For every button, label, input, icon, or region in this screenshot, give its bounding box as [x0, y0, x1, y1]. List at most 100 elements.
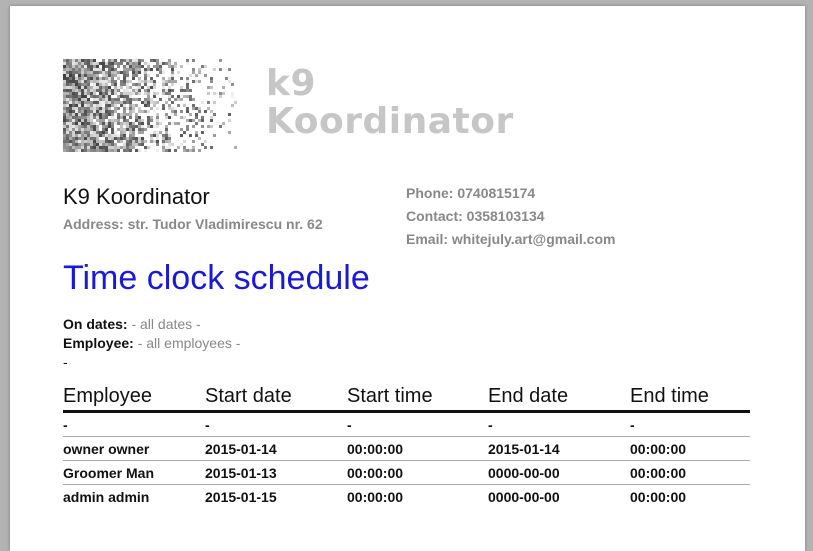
logo-texture-pixel	[156, 65, 159, 68]
logo-texture-pixel	[96, 110, 99, 113]
cell-start-time: 00:00:00	[347, 436, 488, 461]
logo-texture-pixel	[123, 116, 126, 119]
logo-texture-pixel	[183, 149, 186, 152]
cell-end-date: -	[488, 411, 630, 437]
logo-texture-pixel	[132, 143, 135, 146]
logo-texture-pixel	[138, 98, 141, 101]
logo-texture-pixel	[105, 104, 108, 107]
logo-texture-pixel	[72, 134, 75, 137]
logo-texture-pixel	[156, 143, 159, 146]
logo-texture-pixel	[72, 62, 75, 65]
logo-texture-pixel	[123, 131, 126, 134]
logo-texture-pixel	[102, 77, 105, 80]
logo-texture-pixel	[111, 74, 114, 77]
logo-texture-pixel	[111, 59, 114, 62]
logo-texture-pixel	[105, 65, 108, 68]
logo-texture-pixel	[108, 86, 111, 89]
logo-texture-pixel	[120, 92, 123, 95]
logo-texture-pixel	[75, 98, 78, 101]
logo-texture-pixel	[72, 104, 75, 107]
logo-texture-pixel	[114, 101, 117, 104]
logo-texture-pixel	[72, 74, 75, 77]
logo-texture-pixel	[186, 86, 189, 89]
logo-texture-pixel	[78, 86, 81, 89]
logo-texture-pixel	[108, 119, 111, 122]
logo-texture-pixel	[132, 131, 135, 134]
logo-texture-pixel	[168, 59, 171, 62]
logo-texture-pixel	[75, 77, 78, 80]
logo-texture-pixel	[111, 125, 114, 128]
logo-texture-pixel	[114, 104, 117, 107]
logo-texture-pixel	[69, 92, 72, 95]
logo-texture-pixel	[96, 143, 99, 146]
logo-texture-pixel	[69, 98, 72, 101]
logo-texture-pixel	[198, 71, 201, 74]
logo-texture-pixel	[93, 146, 96, 149]
logo-texture-pixel	[120, 140, 123, 143]
logo-texture-pixel	[147, 122, 150, 125]
logo-texture-pixel	[93, 77, 96, 80]
logo-texture-pixel	[150, 125, 153, 128]
logo-texture-pixel	[159, 122, 162, 125]
logo-texture-pixel	[75, 92, 78, 95]
logo-texture-pixel	[177, 146, 180, 149]
logo-texture-pixel	[81, 98, 84, 101]
logo-texture-pixel	[84, 86, 87, 89]
logo-texture-pixel	[72, 59, 75, 62]
logo-texture-pixel	[81, 119, 84, 122]
logo-texture-pixel	[105, 137, 108, 140]
logo-texture-pixel	[213, 101, 216, 104]
logo-texture-pixel	[138, 116, 141, 119]
logo-texture-pixel	[165, 92, 168, 95]
logo-texture-pixel	[168, 107, 171, 110]
filter-employee-value: - all employees -	[137, 335, 241, 351]
logo-texture-pixel	[174, 80, 177, 83]
logo-texture-pixel	[96, 89, 99, 92]
logo-texture-pixel	[114, 83, 117, 86]
logo-texture-pixel	[90, 74, 93, 77]
logo-texture-pixel	[165, 149, 168, 152]
logo-texture-pixel	[69, 86, 72, 89]
logo-texture-pixel	[150, 77, 153, 80]
logo-texture-pixel	[99, 110, 102, 113]
cell-start-time: -	[347, 411, 488, 437]
logo-texture-pixel	[63, 143, 66, 146]
logo-texture-pixel	[138, 65, 141, 68]
logo-texture-pixel	[120, 59, 123, 62]
logo-texture-pixel	[90, 128, 93, 131]
logo-texture-pixel	[132, 92, 135, 95]
logo-texture-pixel	[72, 119, 75, 122]
logo-texture-pixel	[168, 134, 171, 137]
logo-texture-pixel	[141, 86, 144, 89]
logo-texture-pixel	[72, 116, 75, 119]
logo-texture-pixel	[69, 89, 72, 92]
logo-texture-pixel	[162, 104, 165, 107]
logo-texture-pixel	[126, 95, 129, 98]
logo-texture-pixel	[84, 143, 87, 146]
logo-texture-pixel	[228, 68, 231, 71]
logo-texture-pixel	[81, 86, 84, 89]
logo-texture-pixel	[72, 101, 75, 104]
logo-texture-pixel	[78, 62, 81, 65]
logo-texture-pixel	[111, 62, 114, 65]
logo-texture-pixel	[129, 116, 132, 119]
logo-texture-pixel	[102, 131, 105, 134]
logo-texture-pixel	[123, 149, 126, 152]
logo-texture-pixel	[123, 122, 126, 125]
logo-texture-pixel	[69, 137, 72, 140]
logo-texture-pixel	[168, 104, 171, 107]
logo-texture-pixel	[63, 125, 66, 128]
logo-texture-pixel	[138, 149, 141, 152]
logo-texture-pixel	[117, 101, 120, 104]
logo-texture-pixel	[138, 71, 141, 74]
logo-texture-pixel	[123, 59, 126, 62]
logo-texture-pixel	[78, 68, 81, 71]
logo-texture-pixel	[90, 77, 93, 80]
logo-texture-pixel	[120, 86, 123, 89]
logo-texture-pixel	[108, 101, 111, 104]
logo-texture-pixel	[210, 119, 213, 122]
logo-texture-pixel	[135, 65, 138, 68]
logo-texture-pixel	[87, 131, 90, 134]
logo-texture-pixel	[147, 116, 150, 119]
logo-texture-pixel	[96, 140, 99, 143]
